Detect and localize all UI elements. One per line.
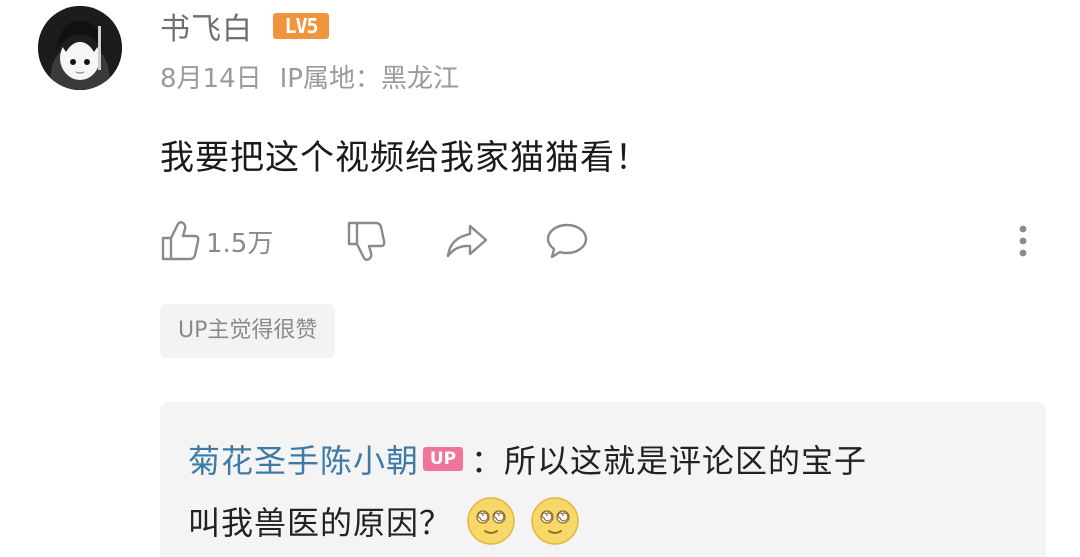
username[interactable]: 书飞白 — [160, 4, 253, 48]
reply-username[interactable]: 菊花圣手陈小朝 — [188, 436, 419, 482]
avatar[interactable] — [38, 6, 122, 90]
like-count: 1.5万 — [206, 228, 274, 259]
thumbs-up-icon — [160, 219, 202, 263]
share-button[interactable] — [444, 216, 490, 266]
comment-card: 书飞白 LV5 8月14日 IP属地：黑龙江 我要把这个视频给我家猫猫看！ 1.… — [0, 0, 1080, 557]
reply-icon — [544, 221, 590, 261]
reply-line: 菊花圣手陈小朝 UP ：所以这就是评论区的宝子 — [188, 436, 867, 482]
dislike-button[interactable] — [346, 216, 388, 266]
comment-meta: 8月14日 IP属地：黑龙江 — [160, 56, 459, 96]
action-bar: 1.5万 — [160, 216, 1040, 266]
reply-button[interactable] — [544, 216, 590, 266]
reply-line: 叫我兽医的原因？ — [188, 496, 580, 546]
ip-location: IP属地：黑龙江 — [279, 63, 459, 94]
thumbs-down-icon — [346, 219, 388, 263]
dizzy-eyes-emoji — [467, 497, 515, 545]
share-icon — [444, 221, 490, 261]
comment-date: 8月14日 — [160, 63, 262, 94]
more-vertical-icon — [1016, 221, 1030, 261]
like-button[interactable]: 1.5万 — [160, 216, 273, 266]
reply-text: 叫我兽医的原因？ — [188, 504, 453, 542]
comment-text: 我要把这个视频给我家猫猫看！ — [160, 138, 650, 178]
reply-text: ：所以这就是评论区的宝子 — [471, 442, 868, 480]
level-badge: LV5 — [273, 13, 329, 39]
comment-header: 书飞白 LV5 — [160, 4, 329, 48]
up-badge: UP — [423, 447, 464, 471]
reply-preview[interactable]: 菊花圣手陈小朝 UP ：所以这就是评论区的宝子 叫我兽医的原因？ — [160, 402, 1046, 557]
dizzy-eyes-emoji — [531, 497, 579, 545]
up-liked-tag: UP主觉得很赞 — [160, 304, 336, 358]
more-options-button[interactable] — [1016, 216, 1030, 266]
avatar-image — [38, 6, 122, 90]
